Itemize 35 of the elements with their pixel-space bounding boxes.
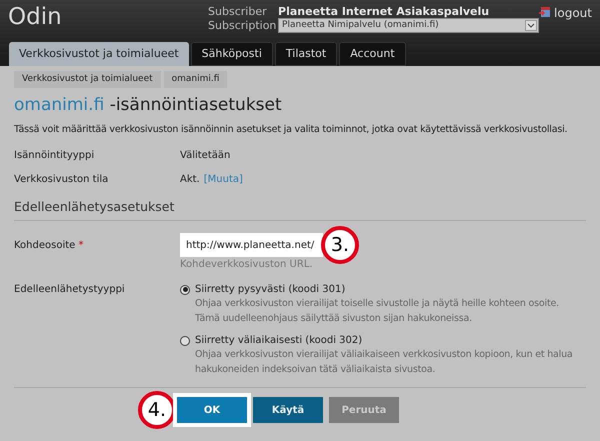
nav-tab[interactable]: Sähköposti	[190, 42, 273, 66]
subscriber-name: Planeetta Internet Asiakaspalvelu	[278, 5, 490, 18]
subscription-select[interactable]: Planeetta Nimipalvelu (omanimi.fi)	[278, 18, 540, 33]
chevron-icon	[525, 20, 538, 31]
action-button[interactable]: Käytä	[253, 397, 323, 423]
logout-link[interactable]: logout	[554, 6, 592, 20]
step-callout: 3.	[321, 226, 359, 264]
nav-tab[interactable]: Tilastot	[274, 42, 338, 66]
field-label: Kohdeosoite *	[14, 238, 85, 252]
breadcrumb-item[interactable]: omanimi.fi	[164, 71, 228, 88]
radio-label: Siirretty pysyvästi (koodi 301)	[195, 283, 346, 296]
info-value: Akt.	[180, 172, 200, 187]
page-title: omanimi.fi -isännöintiasetukset	[14, 95, 282, 115]
info-label: Verkkosivuston tila	[14, 172, 110, 187]
info-label: Isännöintityyppi	[14, 148, 96, 163]
url-field[interactable]: http://www.planeetta.net/	[180, 233, 323, 257]
breadcrumb-item[interactable]: Verkkosivustot ja toimialueet	[14, 71, 161, 88]
radio-description: Ohjaa verkkosivuston vierailijat toiselle sivustolle ja näytä heille kohteen osoite. Tämä uudelleenohjaus säilyttää sivuston sijan hakukoneissa.	[195, 297, 560, 326]
field-hint: Kohdeverkkosivuston URL.	[180, 259, 314, 271]
subscriber-label: Subscriber	[208, 5, 268, 18]
logout-icon	[539, 6, 552, 18]
page-description: Tässä voit määrittää verkkosivuston isännöinnin asetukset ja valita toiminnot, jotka ovat käytettävissä verkkosivustollasi.	[14, 123, 568, 137]
action-button[interactable]: OK	[177, 397, 247, 423]
radio-group-label: Edelleenlähetystyyppi	[14, 283, 126, 297]
step-callout: 4.	[138, 391, 176, 429]
nav-tab[interactable]: Verkkosivustot ja toimialueet	[9, 42, 189, 66]
section-heading: Edelleenlähetysasetukset	[14, 198, 586, 221]
nav-tab[interactable]: Account	[339, 42, 406, 66]
radio-label: Siirretty väliaikaisesti (koodi 302)	[195, 334, 362, 347]
radio-button[interactable]	[180, 336, 190, 346]
subscription-label: Subscription	[208, 18, 274, 33]
radio-button[interactable]	[180, 284, 190, 294]
info-value: Välitetään	[180, 148, 230, 163]
app-logo: Odin	[7, 3, 63, 32]
radio-description: Ohjaa verkkosivuston vierailijat väliaikaiseen verkkosivuston kopioon, kun et halua hakukoneiden indeksoivan tätä väliaikaista sivustoa.	[195, 348, 574, 377]
